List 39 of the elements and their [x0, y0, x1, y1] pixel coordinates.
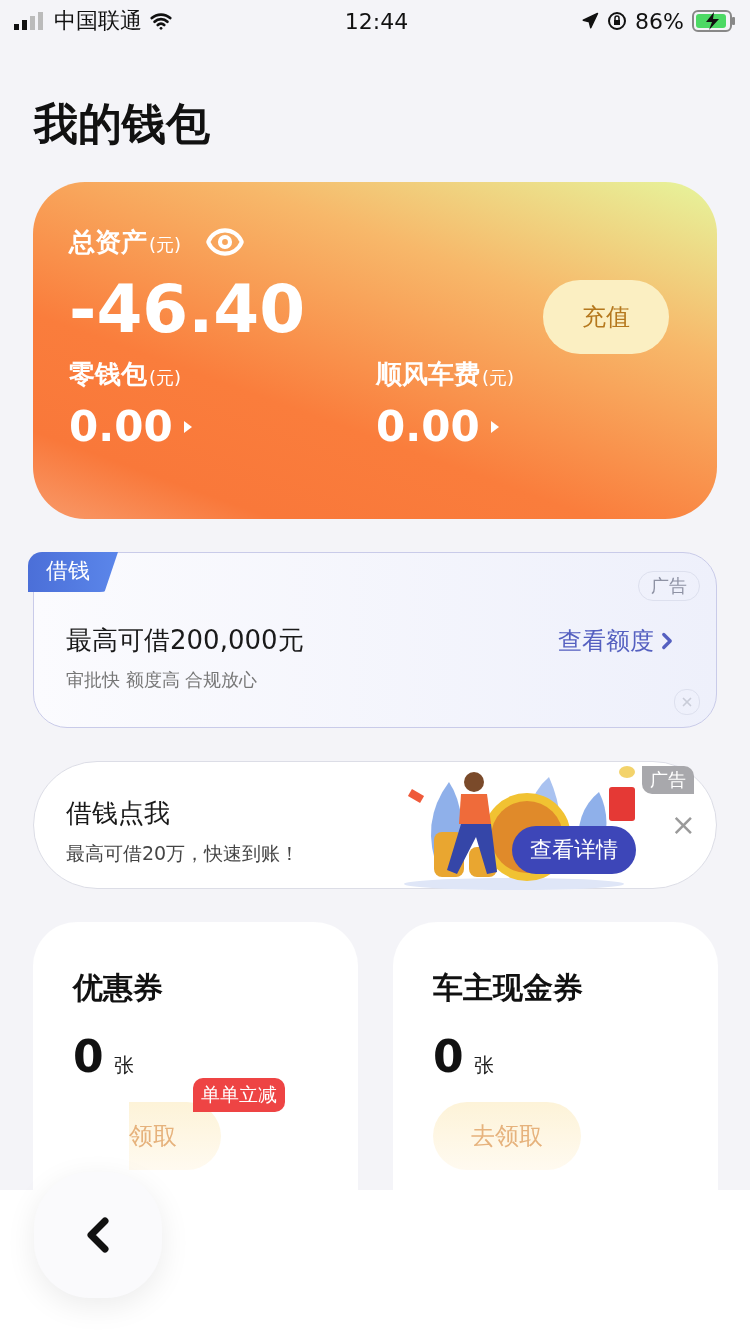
loan-headline: 最高可借200,000元 — [66, 624, 304, 657]
coupon-count: 0 — [433, 1031, 464, 1082]
coupon-count: 0 — [73, 1031, 104, 1082]
banner-title: 借钱点我 — [66, 797, 170, 830]
ad-label: 广告 — [642, 766, 694, 794]
claim-button[interactable]: 去领取 — [433, 1102, 581, 1170]
coupon-unit: 张 — [113, 1052, 134, 1079]
wifi-icon — [150, 10, 172, 32]
recharge-button[interactable]: 充值 — [543, 280, 669, 354]
close-button[interactable]: × — [670, 810, 696, 840]
balance-amount[interactable]: 0.00 — [376, 402, 500, 452]
unit-label: (元) — [149, 233, 182, 257]
unit-label: (元) — [482, 365, 515, 390]
close-icon[interactable] — [674, 689, 700, 715]
view-details-button[interactable]: 查看详情 — [512, 826, 636, 874]
total-assets-label: 总资产 — [69, 225, 147, 259]
triangle-icon — [182, 419, 193, 434]
view-limit-link[interactable]: 查看额度 — [558, 625, 680, 657]
rotation-lock-icon — [607, 11, 628, 31]
battery-charging-icon — [692, 10, 736, 32]
promo-badge: 单单立减 — [193, 1078, 285, 1112]
banner-subtitle: 最高可借20万，快速到账！ — [66, 841, 300, 866]
coupon-title: 车主现金券 — [433, 969, 584, 1007]
balance-amount[interactable]: 0.00 — [69, 402, 193, 452]
carrier-name: 中国联通 — [54, 7, 142, 35]
battery-percent: 86% — [635, 8, 684, 34]
signal-icon — [14, 12, 46, 30]
coupon-title: 优惠券 — [73, 969, 164, 1007]
triangle-icon — [489, 419, 500, 434]
page-title: 我的钱包 — [34, 102, 211, 146]
total-amount: -46.40 — [69, 270, 306, 350]
loan-subtitle: 审批快 额度高 合规放心 — [66, 668, 258, 692]
coupon-unit: 张 — [473, 1052, 494, 1079]
loan-tag: 借钱 — [28, 552, 118, 592]
clock-time: 12:44 — [344, 8, 409, 34]
location-icon — [581, 12, 600, 30]
balance-label: 顺风车费 — [376, 358, 480, 392]
balance-label: 零钱包 — [69, 358, 147, 392]
unit-label: (元) — [149, 365, 182, 390]
